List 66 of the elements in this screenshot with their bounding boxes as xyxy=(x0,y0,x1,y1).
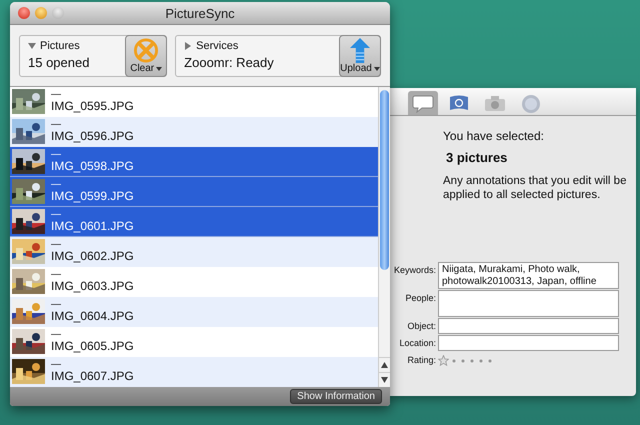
title-text: — xyxy=(51,240,62,250)
disclosure-triangle-icon[interactable] xyxy=(184,42,192,50)
file-row[interactable]: — IMG_0601.JPG xyxy=(10,207,378,237)
selection-count: 3 pictures xyxy=(446,150,508,165)
file-name: IMG_0599.JPG xyxy=(51,190,134,203)
close-button[interactable] xyxy=(18,7,30,19)
camera-icon xyxy=(484,93,506,113)
file-name: IMG_0604.JPG xyxy=(51,310,134,323)
field-label: Keywords: xyxy=(392,264,436,275)
file-row[interactable]: — IMG_0598.JPG xyxy=(10,147,378,177)
title-text: — xyxy=(51,210,62,220)
file-name: IMG_0596.JPG xyxy=(51,130,134,143)
file-row[interactable]: — IMG_0607.JPG xyxy=(10,357,378,387)
file-row[interactable]: — IMG_0604.JPG xyxy=(10,297,378,327)
file-name: IMG_0598.JPG xyxy=(51,160,134,173)
title-text: — xyxy=(51,270,62,280)
inspector-tab[interactable] xyxy=(408,91,438,115)
file-name: IMG_0602.JPG xyxy=(51,250,134,263)
title-text: — xyxy=(51,120,62,130)
speech-bubble-icon xyxy=(412,93,434,113)
scrollbar[interactable] xyxy=(378,87,390,387)
field-label: People: xyxy=(404,292,436,303)
show-information-button[interactable]: Show Information xyxy=(290,389,382,404)
file-name: IMG_0603.JPG xyxy=(51,280,134,293)
upload-button[interactable]: Upload xyxy=(339,35,381,77)
note-text: Any annotations that you edit will be applied to all selected pictures. xyxy=(443,174,628,202)
group-label: Services xyxy=(196,40,238,52)
caret-icon xyxy=(374,66,380,70)
file-name: IMG_0601.JPG xyxy=(51,220,134,233)
file-row[interactable]: — IMG_0596.JPG xyxy=(10,117,378,147)
disclosure-triangle-icon[interactable] xyxy=(28,42,36,50)
field-label: Location: xyxy=(398,337,436,348)
title-text: — xyxy=(51,150,62,160)
file-name: IMG_0595.JPG xyxy=(51,100,134,113)
flag-icon xyxy=(448,93,470,113)
input-field[interactable] xyxy=(438,335,619,351)
clear-rating-icon[interactable] xyxy=(438,355,449,366)
title-text: — xyxy=(51,90,62,100)
input-field[interactable]: Niigata, Murakami, Photo walk, photowalk20100313, Japan, offline xyxy=(438,262,619,289)
input-field[interactable] xyxy=(438,318,619,334)
globe-icon xyxy=(520,93,542,113)
zoom-button[interactable] xyxy=(52,7,64,19)
clear-icon xyxy=(133,38,160,63)
clear-button[interactable]: Clear xyxy=(125,35,168,77)
button-label: Upload xyxy=(340,63,372,74)
file-row[interactable]: — IMG_0602.JPG xyxy=(10,237,378,267)
field-label: Rating: xyxy=(406,354,436,365)
file-name: IMG_0607.JPG xyxy=(51,370,134,383)
minimize-button[interactable] xyxy=(35,7,47,19)
status-text: Zooomr: Ready xyxy=(184,55,275,70)
upload-arrow-icon xyxy=(348,38,372,63)
input-field[interactable] xyxy=(438,290,619,317)
title-text: — xyxy=(51,360,62,370)
file-name: IMG_0605.JPG xyxy=(51,340,134,353)
title-text: — xyxy=(51,180,62,190)
field-label: Object: xyxy=(406,320,436,331)
group-label: Pictures xyxy=(40,40,80,52)
selection-label: You have selected: xyxy=(443,129,545,143)
button-label: Clear xyxy=(130,63,154,74)
title-text: — xyxy=(51,330,62,340)
scroll-thumb[interactable] xyxy=(380,90,389,270)
window-title: PictureSync xyxy=(164,6,236,20)
file-row[interactable]: — IMG_0599.JPG xyxy=(10,177,378,207)
caret-icon xyxy=(156,66,162,70)
status-text: 15 opened xyxy=(28,55,90,70)
title-text: — xyxy=(51,300,62,310)
